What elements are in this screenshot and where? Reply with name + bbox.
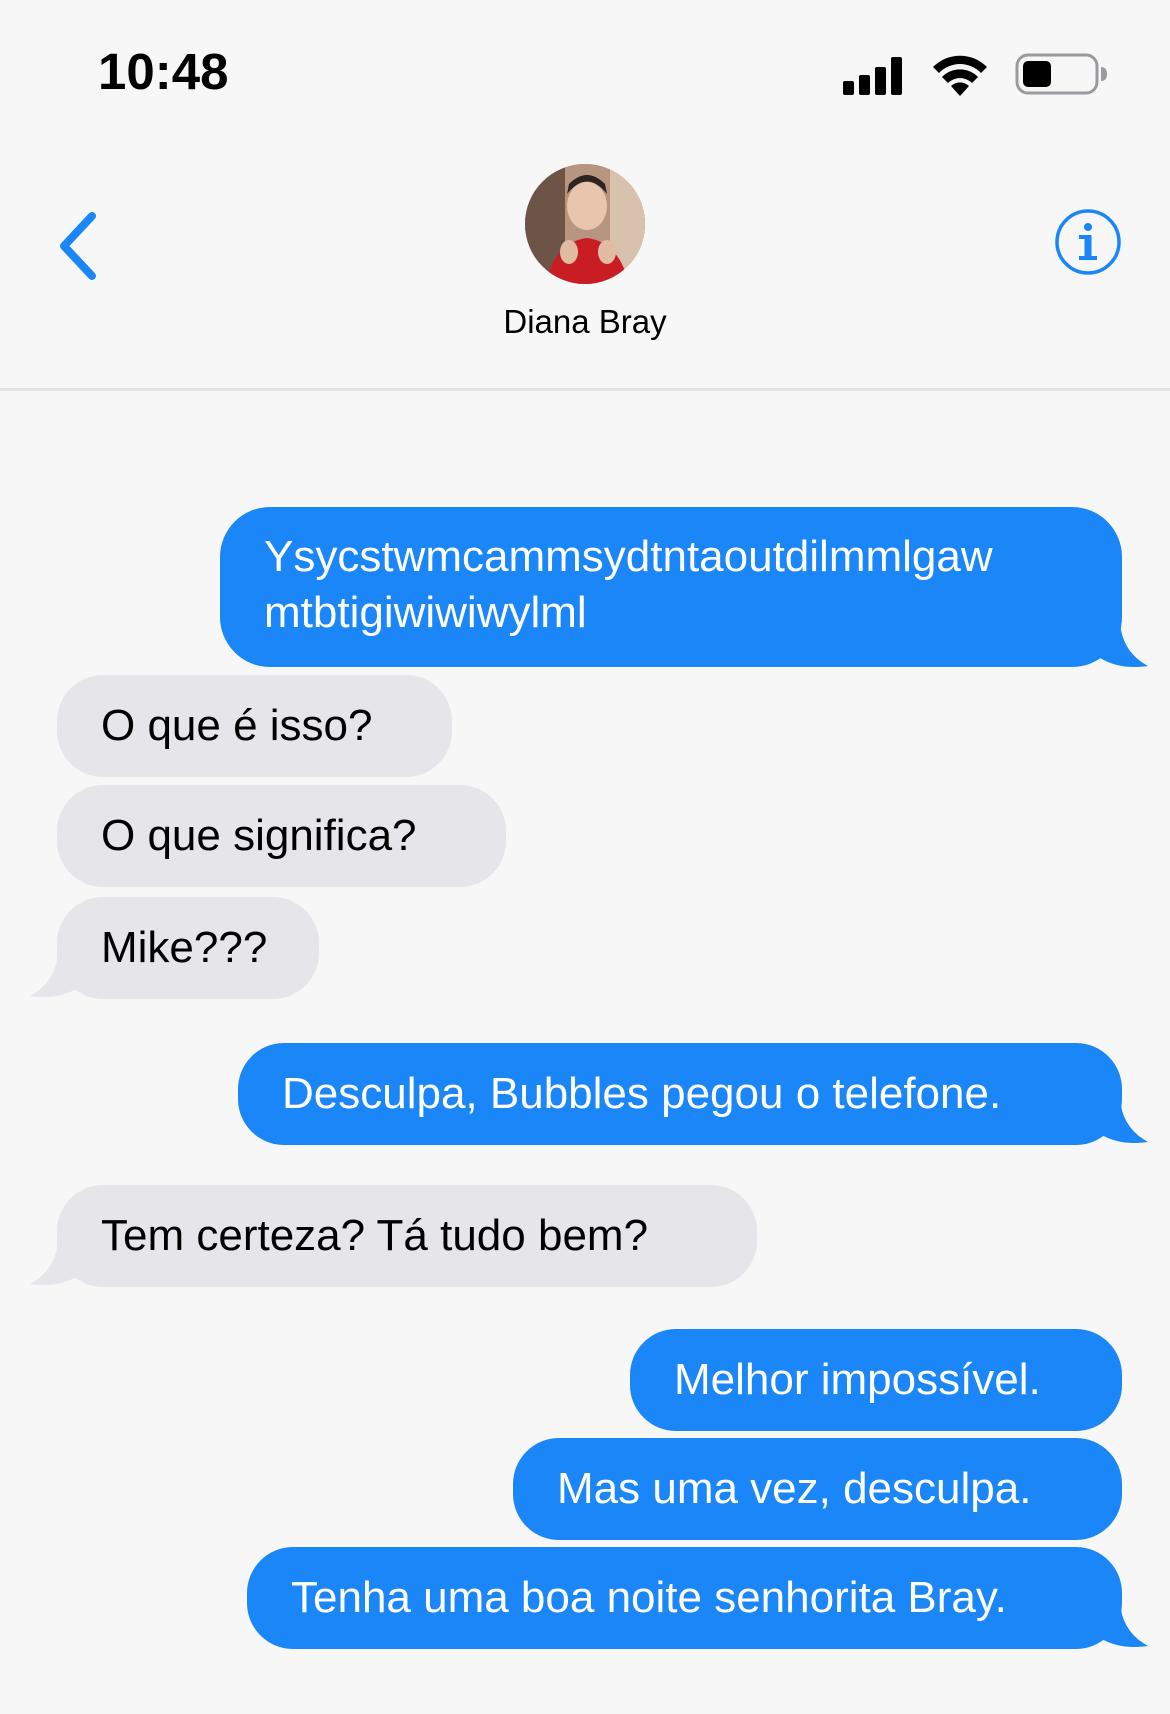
message-text: Tenha uma boa noite senhorita Bray. (291, 1573, 1007, 1622)
message-text: O que significa? (101, 811, 417, 860)
avatar[interactable] (525, 164, 645, 284)
bubble-tail (30, 1240, 88, 1285)
chevron-left-icon (60, 212, 96, 280)
message-text: Ysycstwmcammsydtntaoutdilmmlgaw (264, 532, 993, 581)
bubble-tail (30, 952, 88, 997)
message-text: mtbtigiwiwiwylml (264, 588, 587, 637)
contact-name[interactable]: Diana Bray (0, 303, 1170, 341)
conversation-header: Diana Bray (0, 150, 1170, 391)
message-bubble-sent[interactable]: Desculpa, Bubbles pegou o telefone. (238, 1043, 1122, 1145)
message-bubble-sent[interactable]: Mas uma vez, desculpa. (513, 1438, 1122, 1540)
bubble-tail (1090, 1098, 1148, 1143)
message-text: O que é isso? (101, 701, 373, 750)
message-bubble-received[interactable]: O que significa? (57, 785, 506, 887)
message-text: Desculpa, Bubbles pegou o telefone. (282, 1069, 1002, 1118)
battery-icon (1015, 53, 1107, 95)
status-time: 10:48 (98, 43, 229, 100)
signal-icon (843, 55, 907, 95)
message-text: Tem certeza? Tá tudo bem? (101, 1211, 649, 1260)
info-button[interactable] (1054, 208, 1122, 276)
avatar-photo (525, 164, 645, 284)
message-bubble-sent[interactable]: Melhor impossível. (630, 1329, 1122, 1431)
message-text: Mike??? (101, 923, 268, 972)
bubble-tail (1090, 1602, 1148, 1647)
status-bar: 10:48 (0, 0, 1170, 150)
message-bubble-sent[interactable]: Tenha uma boa noite senhorita Bray. (247, 1547, 1122, 1649)
message-text: Mas uma vez, desculpa. (557, 1464, 1032, 1513)
message-bubble-received[interactable]: O que é isso? (57, 675, 452, 777)
bubble-tail (1090, 622, 1148, 667)
message-bubble-sent[interactable]: Ysycstwmcammsydtntaoutdilmmlgaw mtbtigiw… (220, 507, 1122, 667)
message-text: Melhor impossível. (674, 1355, 1041, 1404)
message-bubble-received[interactable]: Tem certeza? Tá tudo bem? (57, 1185, 757, 1287)
message-bubble-received[interactable]: Mike??? (57, 897, 319, 999)
back-button[interactable] (52, 206, 112, 286)
wifi-icon (933, 55, 987, 96)
